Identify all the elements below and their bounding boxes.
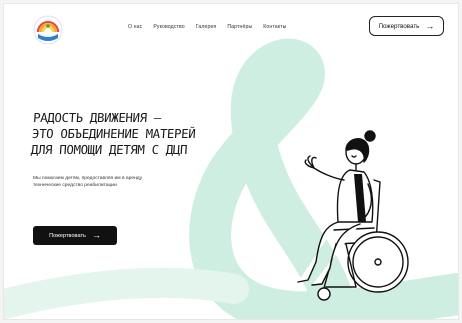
- header-donate-label: Пожертвовать: [378, 22, 420, 30]
- hero-title-line-1: РАДОСТЬ ДВИЖЕНИЯ —: [32, 111, 162, 125]
- header-donate-button[interactable]: Пожертвовать →: [369, 16, 444, 36]
- rainbow-logo-icon[interactable]: [32, 14, 64, 46]
- main-nav: О нас Руководство Галерея Партнёры Конта…: [128, 24, 287, 30]
- arrow-right-icon: →: [91, 230, 101, 240]
- hero-description: Мы помогаем детям, предоставляя им в аре…: [33, 176, 143, 188]
- hero-title: РАДОСТЬ ДВИЖЕНИЯ — ЭТО ОБЪЕДИНЕНИЕ МАТЕР…: [30, 110, 273, 158]
- nav-item-leadership[interactable]: Руководство: [153, 24, 184, 30]
- nav-item-contacts[interactable]: Контакты: [263, 24, 286, 30]
- nav-item-partners[interactable]: Партнёры: [227, 24, 252, 30]
- nav-item-about[interactable]: О нас: [128, 24, 142, 30]
- hero-title-line-3: ДЛЯ ПОМОЩИ ДЕТЯМ С ДЦП: [30, 143, 188, 157]
- wheelchair-woman-illustration: [297, 130, 409, 301]
- landing-page: О нас Руководство Галерея Партнёры Конта…: [4, 4, 458, 319]
- hero-donate-label: Пожертвовать: [49, 232, 86, 239]
- nav-item-gallery[interactable]: Галерея: [196, 24, 217, 30]
- hero-donate-button[interactable]: Пожертвовать →: [33, 226, 117, 245]
- hero-title-line-2: ЭТО ОБЪЕДИНЕНИЕ МАТЕРЕЙ: [31, 127, 196, 141]
- arrow-right-icon: →: [425, 20, 435, 31]
